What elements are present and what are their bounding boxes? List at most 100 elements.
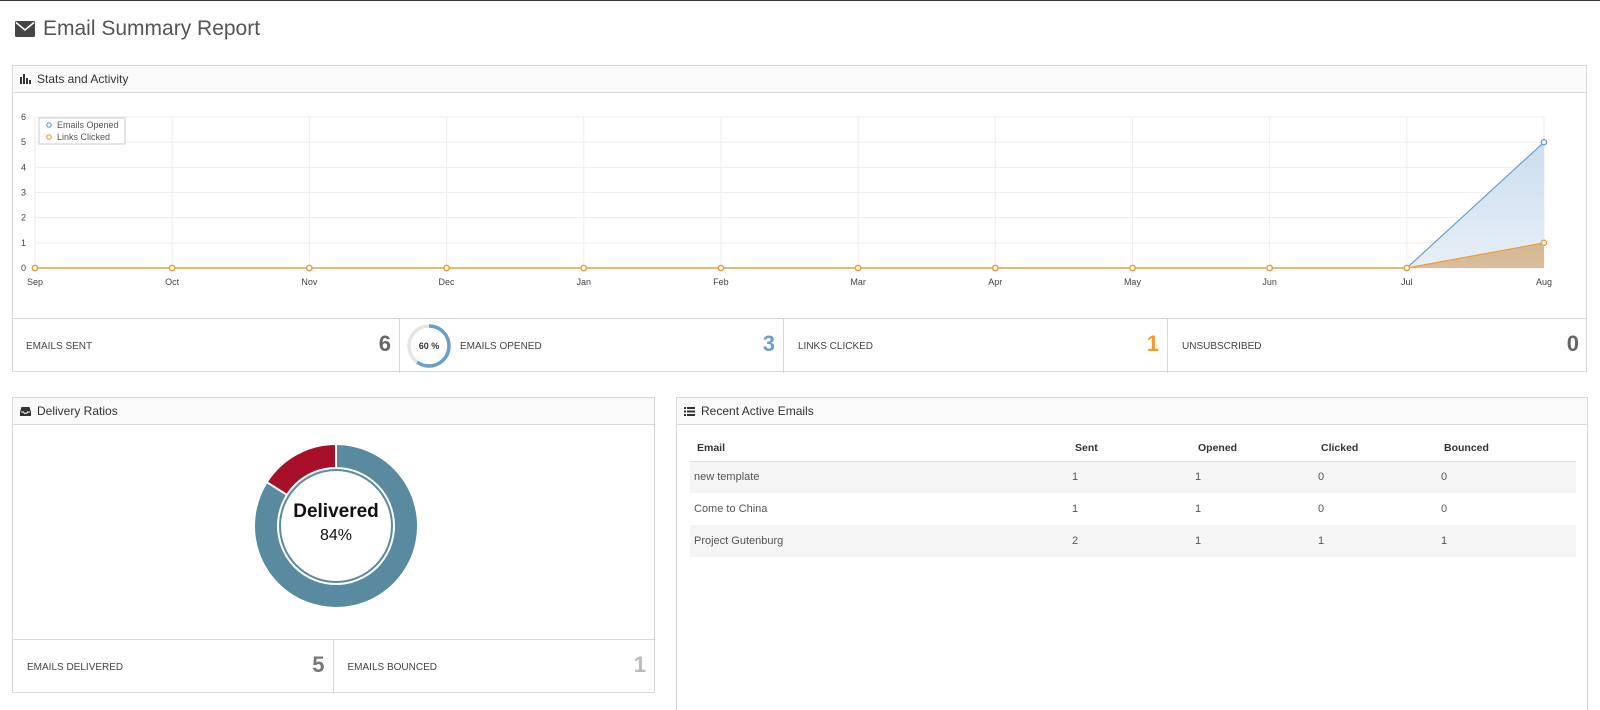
- stat-emails-sent-label: EMAILS SENT: [26, 340, 93, 352]
- cell-sent: 1: [1068, 461, 1191, 493]
- x-tick-label: May: [1124, 277, 1142, 287]
- x-tick-label: Feb: [713, 277, 729, 287]
- series-area-1: [35, 242, 1544, 268]
- x-tick-label: Jun: [1262, 277, 1277, 287]
- page-title: Email Summary Report: [15, 17, 260, 41]
- page-title-text: Email Summary Report: [43, 17, 261, 40]
- recent-emails-header: Recent Active Emails: [677, 398, 1587, 425]
- cell-email[interactable]: new template: [690, 461, 1068, 493]
- data-point-1-1: [168, 264, 176, 272]
- x-tick-label: Aug: [1536, 277, 1552, 287]
- cell-bounced: 0: [1441, 503, 1448, 515]
- series-area-0: [35, 142, 1544, 268]
- cell-email[interactable]: Project Gutenburg: [690, 525, 1068, 557]
- delivery-stats-row: EMAILS DELIVERED 5 EMAILS BOUNCED 1: [13, 639, 655, 694]
- y-tick-label: 0: [21, 263, 26, 273]
- stat-emails-delivered: EMAILS DELIVERED 5: [13, 640, 334, 694]
- legend-marker-0: [46, 122, 52, 128]
- stat-links-clicked-value: 1: [1146, 331, 1159, 356]
- legend-marker-1: [46, 134, 52, 140]
- data-point-1-6: [854, 264, 862, 272]
- y-tick-label: 1: [21, 238, 26, 248]
- cell-clicked: 0: [1314, 461, 1437, 493]
- x-tick-label: Jan: [576, 277, 591, 287]
- stat-emails-delivered-label: EMAILS DELIVERED: [27, 661, 124, 673]
- stat-emails-sent: EMAILS SENT 6: [12, 319, 400, 373]
- open-rate-gauge: 60 %: [406, 323, 452, 369]
- delivery-ratios-panel: Delivery Ratios Delivered 84% EMAILS DEL…: [12, 397, 655, 694]
- data-point-1-11: [1540, 239, 1548, 247]
- stat-emails-opened: 60 % EMAILS OPENED 3: [400, 319, 784, 373]
- stat-emails-opened-value: 3: [762, 331, 775, 356]
- table-header-row: Email Sent Opened Clicked Bounced: [690, 436, 1576, 462]
- data-point-1-5: [717, 264, 725, 272]
- list-icon: [684, 406, 695, 416]
- recent-emails-table: Email Sent Opened Clicked Bounced new te…: [690, 436, 1576, 557]
- stats-activity-header: Stats and Activity: [13, 66, 1586, 93]
- recent-emails-title: Recent Active Emails: [701, 404, 814, 418]
- y-tick-label: 4: [21, 162, 26, 172]
- y-tick-label: 5: [21, 137, 26, 147]
- inbox-icon: [20, 406, 31, 416]
- table-row[interactable]: Project Gutenburg 2 1 1 1: [690, 525, 1576, 557]
- open-rate-gauge-text: 60 %: [418, 341, 440, 351]
- donut-title: Delivered: [293, 501, 379, 522]
- x-tick-label: Sep: [27, 277, 43, 287]
- stat-emails-bounced-value: 1: [633, 652, 646, 677]
- data-point-1-4: [580, 264, 588, 272]
- cell-opened: 1: [1191, 525, 1314, 557]
- data-point-1-10: [1403, 264, 1411, 272]
- series-line-1: [35, 242, 1545, 269]
- legend-label-1: Links Clicked: [57, 132, 110, 142]
- column-header-bounced[interactable]: Bounced: [1437, 436, 1576, 462]
- stat-emails-delivered-value: 5: [312, 652, 325, 677]
- column-header-clicked[interactable]: Clicked: [1314, 436, 1437, 462]
- x-tick-label: Jul: [1401, 277, 1413, 287]
- bar-chart-icon: [20, 74, 31, 84]
- stat-emails-sent-value: 6: [378, 331, 391, 356]
- column-header-opened[interactable]: Opened: [1191, 436, 1314, 462]
- stat-unsubscribed-value: 0: [1566, 331, 1579, 356]
- column-header-sent[interactable]: Sent: [1068, 436, 1191, 462]
- stat-unsubscribed: UNSUBSCRIBED 0: [1168, 319, 1587, 373]
- delivery-ratios-title: Delivery Ratios: [37, 404, 118, 418]
- cell-email[interactable]: Come to China: [690, 493, 1068, 525]
- x-tick-label: Mar: [850, 277, 866, 287]
- column-header-email[interactable]: Email: [690, 436, 1068, 462]
- cell-sent: 1: [1072, 503, 1079, 515]
- stats-row: EMAILS SENT 6 60 % EMAILS OPENED 3 LINKS…: [12, 318, 1587, 373]
- stat-emails-bounced: EMAILS BOUNCED 1: [334, 640, 655, 694]
- y-tick-label: 2: [21, 213, 26, 223]
- x-tick-label: Oct: [165, 277, 180, 287]
- stats-activity-title: Stats and Activity: [37, 72, 129, 86]
- stat-emails-bounced-label: EMAILS BOUNCED: [347, 661, 437, 673]
- envelope-icon: [15, 21, 35, 37]
- table-row[interactable]: Come to China 1 1 0 0: [690, 493, 1576, 525]
- x-tick-label: Nov: [301, 277, 318, 287]
- data-point-1-3: [443, 264, 450, 272]
- stat-links-clicked: LINKS CLICKED 1: [784, 319, 1168, 373]
- cell-clicked: 0: [1318, 503, 1325, 515]
- cell-opened: 1: [1191, 461, 1314, 493]
- donut-center: Delivered 84%: [253, 443, 419, 609]
- x-tick-label: Apr: [988, 277, 1002, 287]
- x-tick-label: Dec: [439, 277, 456, 287]
- series-line-0: [35, 141, 1545, 269]
- recent-emails-panel: Recent Active Emails Email Sent Opened C…: [676, 397, 1588, 710]
- y-tick-label: 3: [21, 188, 26, 198]
- delivery-ratios-header: Delivery Ratios: [13, 398, 654, 425]
- data-point-1-2: [306, 264, 313, 272]
- data-point-1-7: [991, 264, 999, 272]
- y-tick-label: 6: [21, 112, 26, 122]
- stat-emails-opened-label: EMAILS OPENED: [460, 340, 542, 352]
- table-row[interactable]: new template 1 1 0 0: [690, 461, 1576, 493]
- cell-clicked: 1: [1314, 525, 1437, 557]
- cell-opened: 1: [1195, 503, 1202, 515]
- cell-bounced: 1: [1437, 525, 1576, 557]
- data-point-1-9: [1266, 264, 1273, 272]
- activity-chart: 0 1 2 3 4 5 6 Sep Oct Nov Dec Jan Feb Mar Apr May Jun Jul…: [21, 112, 1552, 287]
- cell-sent: 2: [1068, 525, 1191, 557]
- stats-activity-panel: Stats and Activity 0 1 2 3 4 5 6 Sep Oct Nov Dec Ja…: [12, 65, 1587, 373]
- data-point-1-8: [1129, 264, 1136, 272]
- stat-unsubscribed-label: UNSUBSCRIBED: [1182, 340, 1262, 352]
